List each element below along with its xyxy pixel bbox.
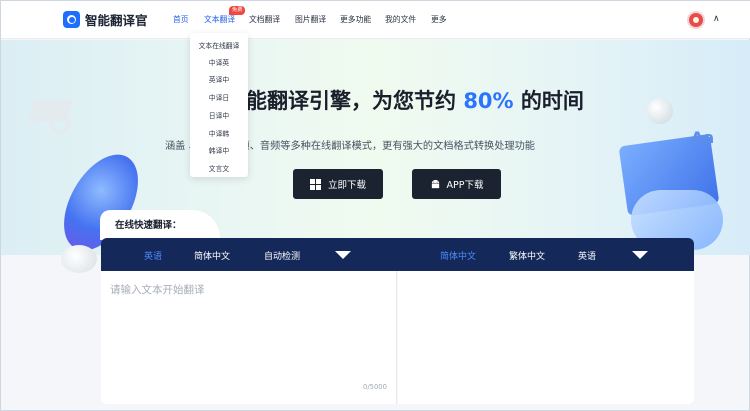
nav-doc-translate[interactable]: 文档翻译 [249,14,280,25]
ball-decoration [647,98,673,124]
language-bar [101,238,694,271]
dropdown-item[interactable]: 文本在线翻译 [190,40,248,50]
char-counter: 0/5000 [363,383,387,391]
nav-text-translate[interactable]: 文本翻译 [204,14,235,25]
source-lang-simplified-chinese[interactable]: 简体中文 [194,249,230,262]
dropdown-item[interactable]: 中译韩 [190,128,248,138]
source-text-input[interactable] [110,282,390,372]
windows-icon [309,178,321,190]
logo-text: 智能翻译官 [85,13,148,28]
dropdown-item[interactable]: 韩译中 [190,145,248,155]
source-lang-auto-detect[interactable]: 自动检测 [264,249,300,262]
source-lang-dropdown-icon[interactable] [335,251,351,259]
free-badge: 免费 [229,6,246,15]
logo-icon [63,11,80,28]
target-lang-english[interactable]: 英语 [578,249,596,262]
nav-home[interactable]: 首页 [173,14,189,25]
dropdown-item[interactable]: 日译中 [190,110,248,120]
nav-more[interactable]: 更多 [431,14,447,25]
user-avatar[interactable] [687,11,705,29]
android-icon [431,179,439,188]
nav-my-files[interactable]: 我的文件 [385,14,416,25]
dropdown-item[interactable]: 中译英 [190,57,248,67]
target-lang-traditional-chinese[interactable]: 繁体中文 [509,249,545,262]
ring-decoration [49,112,71,134]
chevron-up-icon[interactable]: ∧ [713,14,720,24]
app-download-button[interactable]: APP下载 [412,169,501,199]
nav-image-translate[interactable]: 图片翻译 [295,14,326,25]
dropdown-item[interactable]: 英译中 [190,74,248,84]
target-lang-simplified-chinese[interactable]: 简体中文 [440,249,476,262]
hero-title: 能翻译引擎，为您节约 80% 的时间 [246,89,584,113]
download-button[interactable]: 立即下载 [293,169,383,199]
dropdown-item[interactable]: 文言文 [190,163,248,173]
font-aa-decoration: Aa [691,128,715,147]
logo[interactable]: 智能翻译官 [63,10,148,29]
hero-accent: 80% [463,89,514,113]
text-translate-dropdown: 文本在线翻译 中译英 英译中 中译日 日译中 中译韩 韩译中 文言文 [190,33,248,177]
nav-more-features[interactable]: 更多功能 [340,14,371,25]
top-header: 智能翻译官 首页 文本翻译 免费 文档翻译 图片翻译 更多功能 我的文件 更多 … [1,1,750,39]
sphere-decoration [61,245,97,273]
source-lang-english[interactable]: 英语 [144,249,162,262]
dropdown-item[interactable]: 中译日 [190,92,248,102]
quick-translate-title: 在线快速翻译： [115,220,182,231]
target-panel [398,271,694,404]
target-lang-dropdown-icon[interactable] [632,251,648,259]
